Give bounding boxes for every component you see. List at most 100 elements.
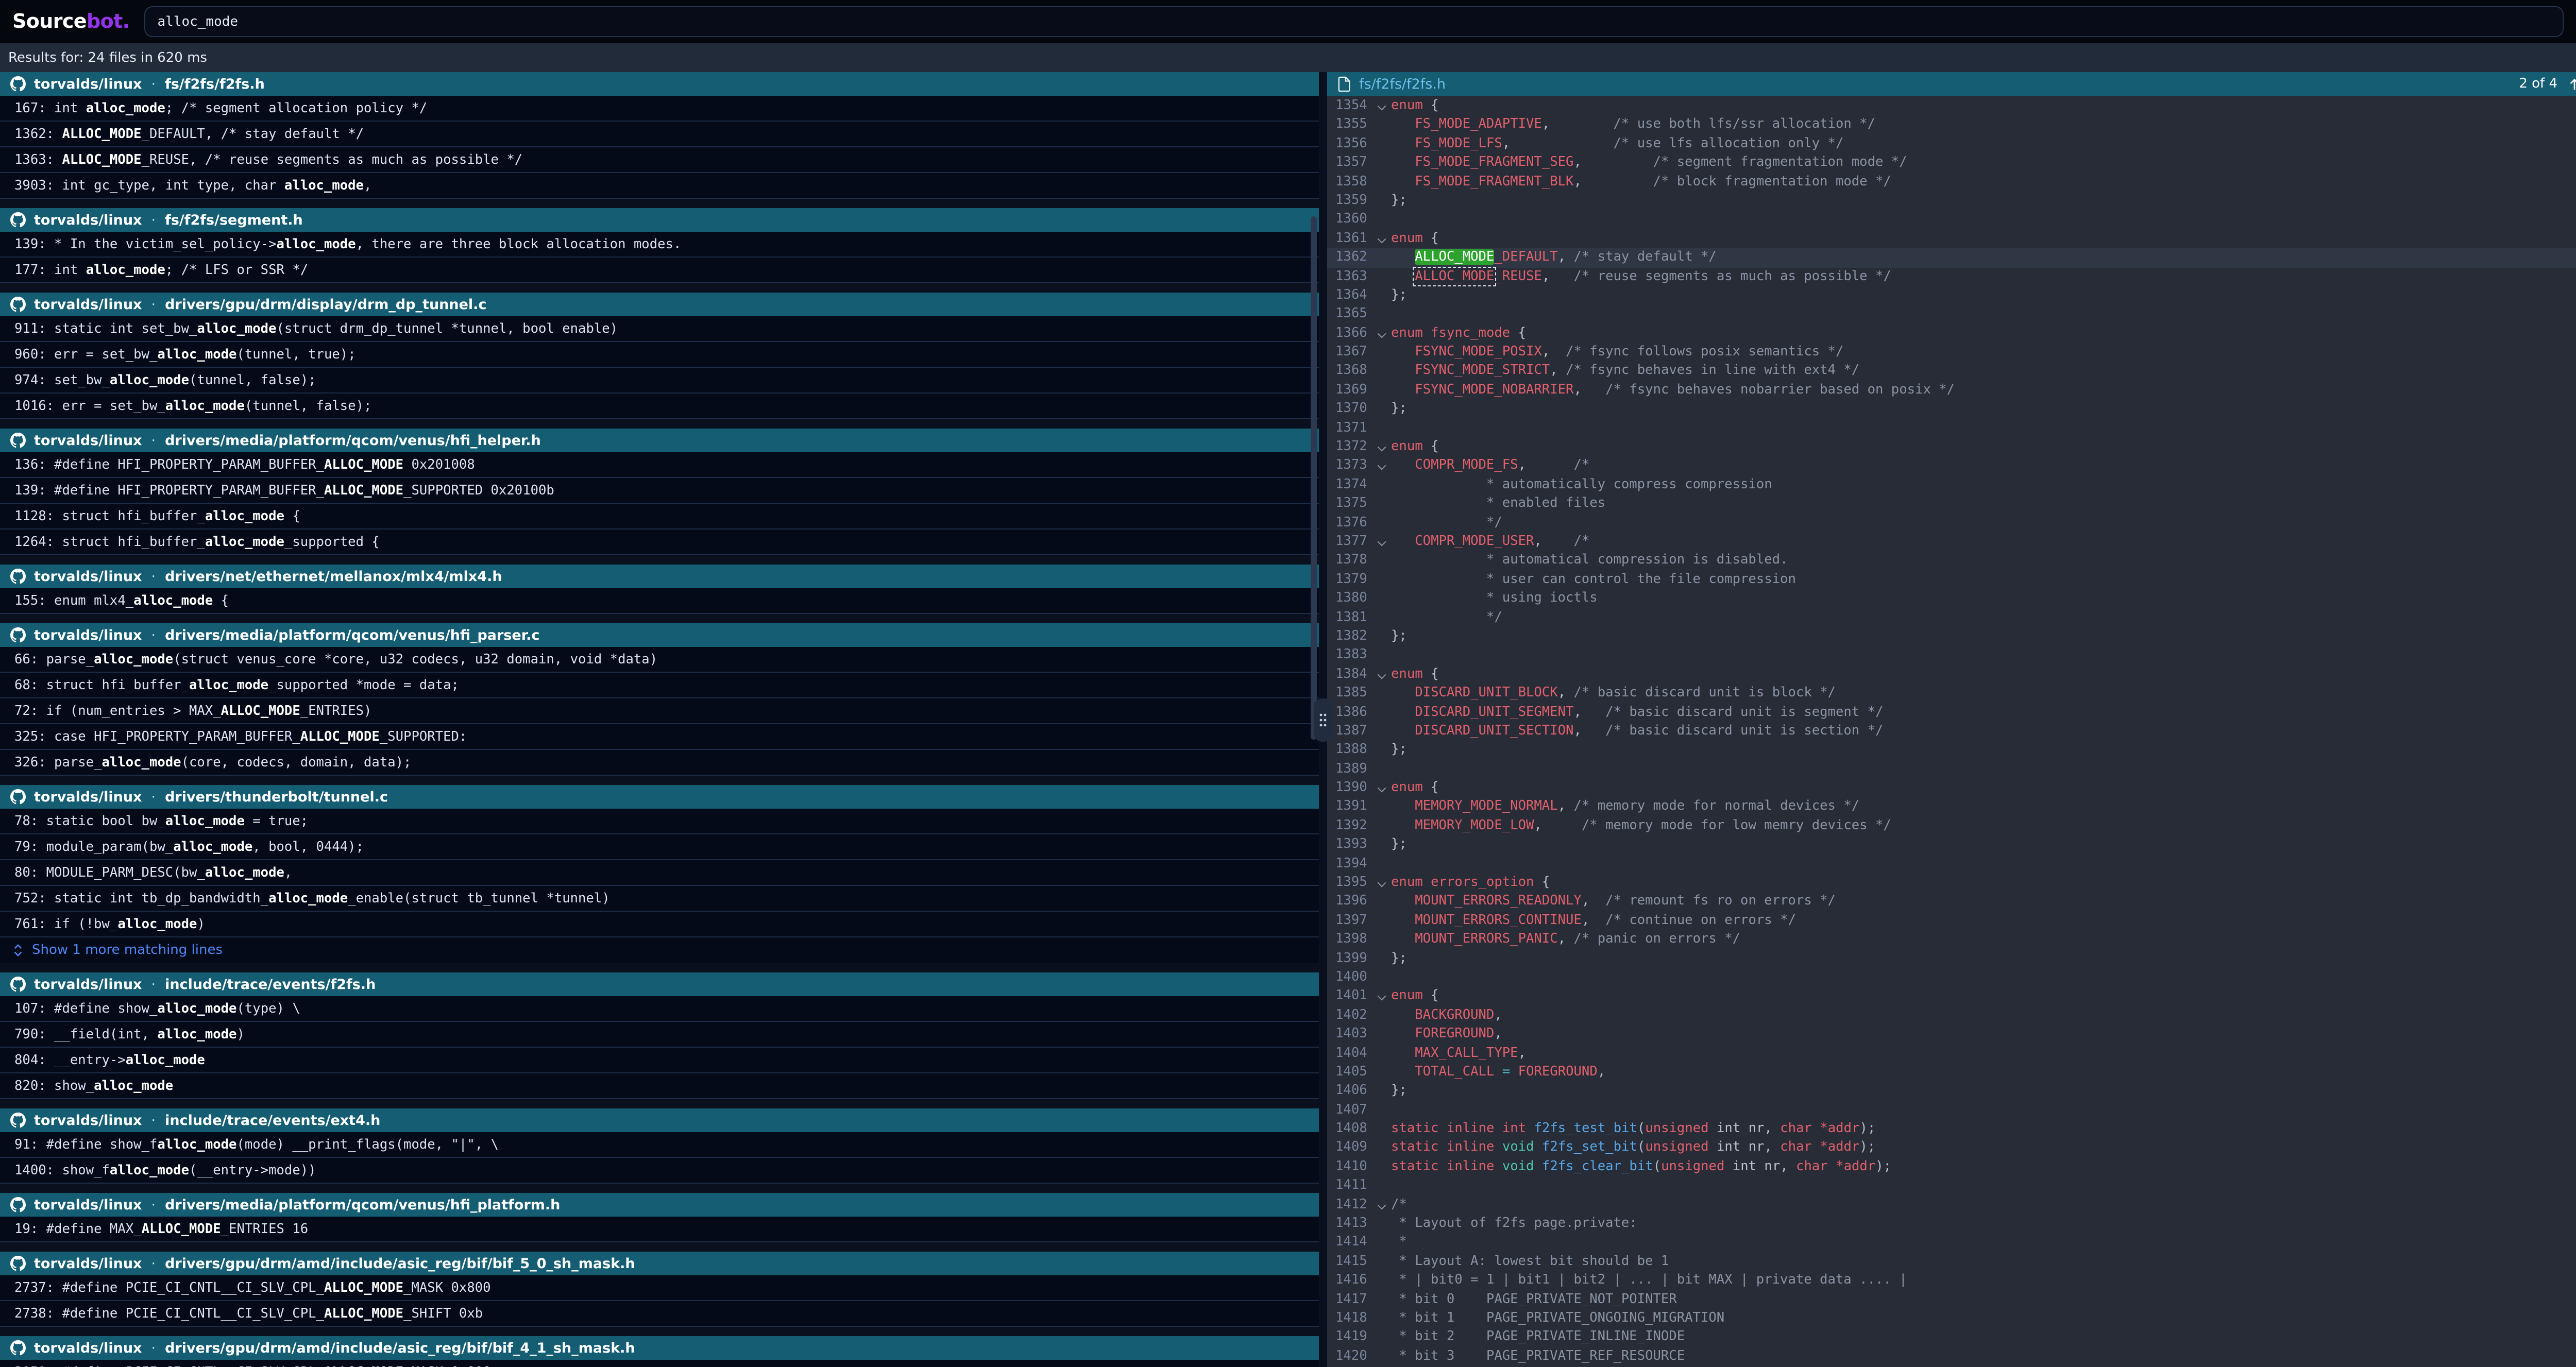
- match-line[interactable]: 1400: show_falloc_mode(__entry->mode)): [0, 1158, 1319, 1184]
- previous-match-button[interactable]: [2568, 77, 2576, 91]
- preview-file-name[interactable]: fs/f2fs/f2fs.h: [1359, 76, 1446, 92]
- file-header[interactable]: torvalds/linux·fs/f2fs/f2fs.h: [0, 72, 1319, 96]
- match-line[interactable]: 752: static int tb_dp_bandwidth_alloc_mo…: [0, 886, 1319, 912]
- code-token: ,: [1582, 913, 1605, 928]
- file-header[interactable]: torvalds/linux·drivers/media/platform/qc…: [0, 429, 1319, 452]
- match-line[interactable]: 139: #define HFI_PROPERTY_PARAM_BUFFER_A…: [0, 478, 1319, 504]
- match-line[interactable]: 72: if (num_entries > MAX_ALLOC_MODE_ENT…: [0, 698, 1319, 724]
- code-token: (: [1653, 1159, 1661, 1174]
- match-line[interactable]: 911: static int set_bw_alloc_mode(struct…: [0, 316, 1319, 342]
- match-line[interactable]: 80: MODULE_PARM_DESC(bw_alloc_mode,: [0, 860, 1319, 886]
- match-line[interactable]: 326: parse_alloc_mode(core, codecs, doma…: [0, 750, 1319, 776]
- match-line[interactable]: 177: int alloc_mode; /* LFS or SSR */: [0, 258, 1319, 283]
- code-token: [1391, 685, 1415, 700]
- file-header[interactable]: torvalds/linux·fs/f2fs/segment.h: [0, 208, 1319, 232]
- code-text: };: [1391, 627, 2576, 646]
- file-header[interactable]: torvalds/linux·drivers/gpu/drm/amd/inclu…: [0, 1336, 1319, 1360]
- line-number: 1380: [1327, 589, 1375, 608]
- code-token: [1391, 1007, 1415, 1023]
- code-token: void: [1502, 1159, 1534, 1174]
- match-line[interactable]: 761: if (!bw_alloc_mode): [0, 912, 1319, 937]
- match-term: alloc_mode: [165, 813, 245, 829]
- match-line[interactable]: 974: set_bw_alloc_mode(tunnel, false);: [0, 368, 1319, 394]
- code-token: static: [1391, 1121, 1438, 1136]
- fold-chevron-icon[interactable]: [1375, 533, 1391, 552]
- match-term: ALLOC_MODE: [324, 1306, 403, 1321]
- match-line[interactable]: 2737: #define PCIE_CI_CNTL__CI_SLV_CPL_A…: [0, 1275, 1319, 1301]
- match-line[interactable]: 325: case HFI_PROPERTY_PARAM_BUFFER_ALLO…: [0, 724, 1319, 750]
- match-line[interactable]: 2738: #define PCIE_CI_CNTL__CI_SLV_CPL_A…: [0, 1301, 1319, 1327]
- match-line[interactable]: 1363: ALLOC_MODE_REUSE, /* reuse segment…: [0, 147, 1319, 173]
- match-line[interactable]: 91: #define show_falloc_mode(mode) __pri…: [0, 1132, 1319, 1158]
- match-term: alloc_mode: [110, 372, 189, 388]
- fold-chevron-icon[interactable]: [1375, 779, 1391, 798]
- match-line[interactable]: 2151: #define PCIE_CI_CNTL__CI_SLV_CPL_A…: [0, 1360, 1319, 1367]
- match-line[interactable]: 820: show_alloc_mode: [0, 1073, 1319, 1099]
- result-group: torvalds/linux·include/trace/events/ext4…: [0, 1108, 1319, 1184]
- code-token: (: [1637, 1121, 1645, 1136]
- app-logo[interactable]: Sourcebot.: [12, 10, 130, 33]
- match-line[interactable]: 804: __entry->alloc_mode: [0, 1048, 1319, 1073]
- code-token: [1391, 458, 1415, 473]
- match-line[interactable]: 1128: struct hfi_buffer_alloc_mode {: [0, 504, 1319, 529]
- file-header[interactable]: torvalds/linux·drivers/media/platform/qc…: [0, 623, 1319, 647]
- match-line[interactable]: 790: __field(int, alloc_mode): [0, 1022, 1319, 1048]
- file-header[interactable]: torvalds/linux·include/trace/events/ext4…: [0, 1108, 1319, 1132]
- fold-chevron-icon[interactable]: [1375, 874, 1391, 893]
- search-input[interactable]: [144, 6, 2564, 37]
- match-line[interactable]: 1264: struct hfi_buffer_alloc_mode_suppo…: [0, 529, 1319, 555]
- fold-chevron-icon[interactable]: [1375, 665, 1391, 684]
- file-header[interactable]: torvalds/linux·drivers/net/ethernet/mell…: [0, 565, 1319, 588]
- code-line: 1393};: [1327, 835, 2576, 855]
- match-line[interactable]: 66: parse_alloc_mode(struct venus_core *…: [0, 647, 1319, 673]
- file-path: drivers/thunderbolt/tunnel.c: [165, 789, 388, 805]
- fold-gutter: [1375, 1044, 1391, 1063]
- match-line[interactable]: 155: enum mlx4_alloc_mode {: [0, 588, 1319, 614]
- fold-chevron-icon[interactable]: [1375, 1195, 1391, 1215]
- code-token: * user can control the file compression: [1391, 572, 1796, 587]
- match-line[interactable]: 960: err = set_bw_alloc_mode(tunnel, tru…: [0, 342, 1319, 368]
- file-header[interactable]: torvalds/linux·drivers/gpu/drm/amd/inclu…: [0, 1252, 1319, 1275]
- code-text: enum {: [1391, 229, 2576, 248]
- code-token: [1391, 249, 1415, 265]
- fold-chevron-icon[interactable]: [1375, 229, 1391, 248]
- code-line: 1365: [1327, 305, 2576, 324]
- match-line[interactable]: 1362: ALLOC_MODE_DEFAULT, /* stay defaul…: [0, 122, 1319, 147]
- code-token: MAX_CALL_TYPE: [1415, 1045, 1518, 1061]
- match-context: _ENTRIES 16: [221, 1221, 309, 1237]
- code-token: *: [1391, 1235, 1407, 1250]
- code-line: 1384enum {: [1327, 665, 2576, 684]
- match-line[interactable]: 167: int alloc_mode; /* segment allocati…: [0, 96, 1319, 122]
- match-term: alloc_mode: [197, 321, 276, 336]
- match-line[interactable]: 1016: err = set_bw_alloc_mode(tunnel, fa…: [0, 394, 1319, 419]
- file-header[interactable]: torvalds/linux·drivers/gpu/drm/display/d…: [0, 293, 1319, 316]
- file-header[interactable]: torvalds/linux·drivers/media/platform/qc…: [0, 1193, 1319, 1217]
- fold-chevron-icon[interactable]: [1375, 987, 1391, 1006]
- match-line[interactable]: 78: static bool bw_alloc_mode = true;: [0, 809, 1319, 834]
- code-viewer: 1354enum {1355 FS_MODE_ADAPTIVE, /* use …: [1327, 96, 2576, 1367]
- match-line[interactable]: 136: #define HFI_PROPERTY_PARAM_BUFFER_A…: [0, 452, 1319, 478]
- line-number: 1412: [1327, 1195, 1375, 1215]
- fold-chevron-icon[interactable]: [1375, 324, 1391, 343]
- fold-gutter: [1375, 646, 1391, 665]
- match-line[interactable]: 3903: int gc_type, int type, char alloc_…: [0, 173, 1319, 199]
- match-line[interactable]: 107: #define show_alloc_mode(type) \: [0, 996, 1319, 1022]
- match-line[interactable]: 79: module_param(bw_alloc_mode, bool, 04…: [0, 834, 1319, 860]
- show-more-matches-link[interactable]: Show 1 more matching lines: [0, 937, 1319, 963]
- fold-chevron-icon[interactable]: [1375, 457, 1391, 476]
- match-line[interactable]: 139: * In the victim_sel_policy->alloc_m…: [0, 232, 1319, 258]
- line-number: 1416: [1327, 1271, 1375, 1290]
- file-header[interactable]: torvalds/linux·drivers/thunderbolt/tunne…: [0, 785, 1319, 809]
- fold-chevron-icon[interactable]: [1375, 97, 1391, 116]
- file-header[interactable]: torvalds/linux·include/trace/events/f2fs…: [0, 972, 1319, 996]
- fold-chevron-icon[interactable]: [1375, 438, 1391, 457]
- path-separator: ·: [151, 1112, 156, 1129]
- code-token: };: [1391, 742, 1407, 758]
- repo-name: torvalds/linux: [34, 1112, 142, 1129]
- match-line[interactable]: 19: #define MAX_ALLOC_MODE_ENTRIES 16: [0, 1217, 1319, 1242]
- results-scrollbar-thumb[interactable]: [1311, 216, 1317, 740]
- fold-gutter: [1375, 817, 1391, 836]
- code-text: static inline int f2fs_test_bit(unsigned…: [1391, 1120, 2576, 1139]
- panel-resize-handle[interactable]: [1314, 698, 1332, 742]
- match-line[interactable]: 68: struct hfi_buffer_alloc_mode_support…: [0, 673, 1319, 698]
